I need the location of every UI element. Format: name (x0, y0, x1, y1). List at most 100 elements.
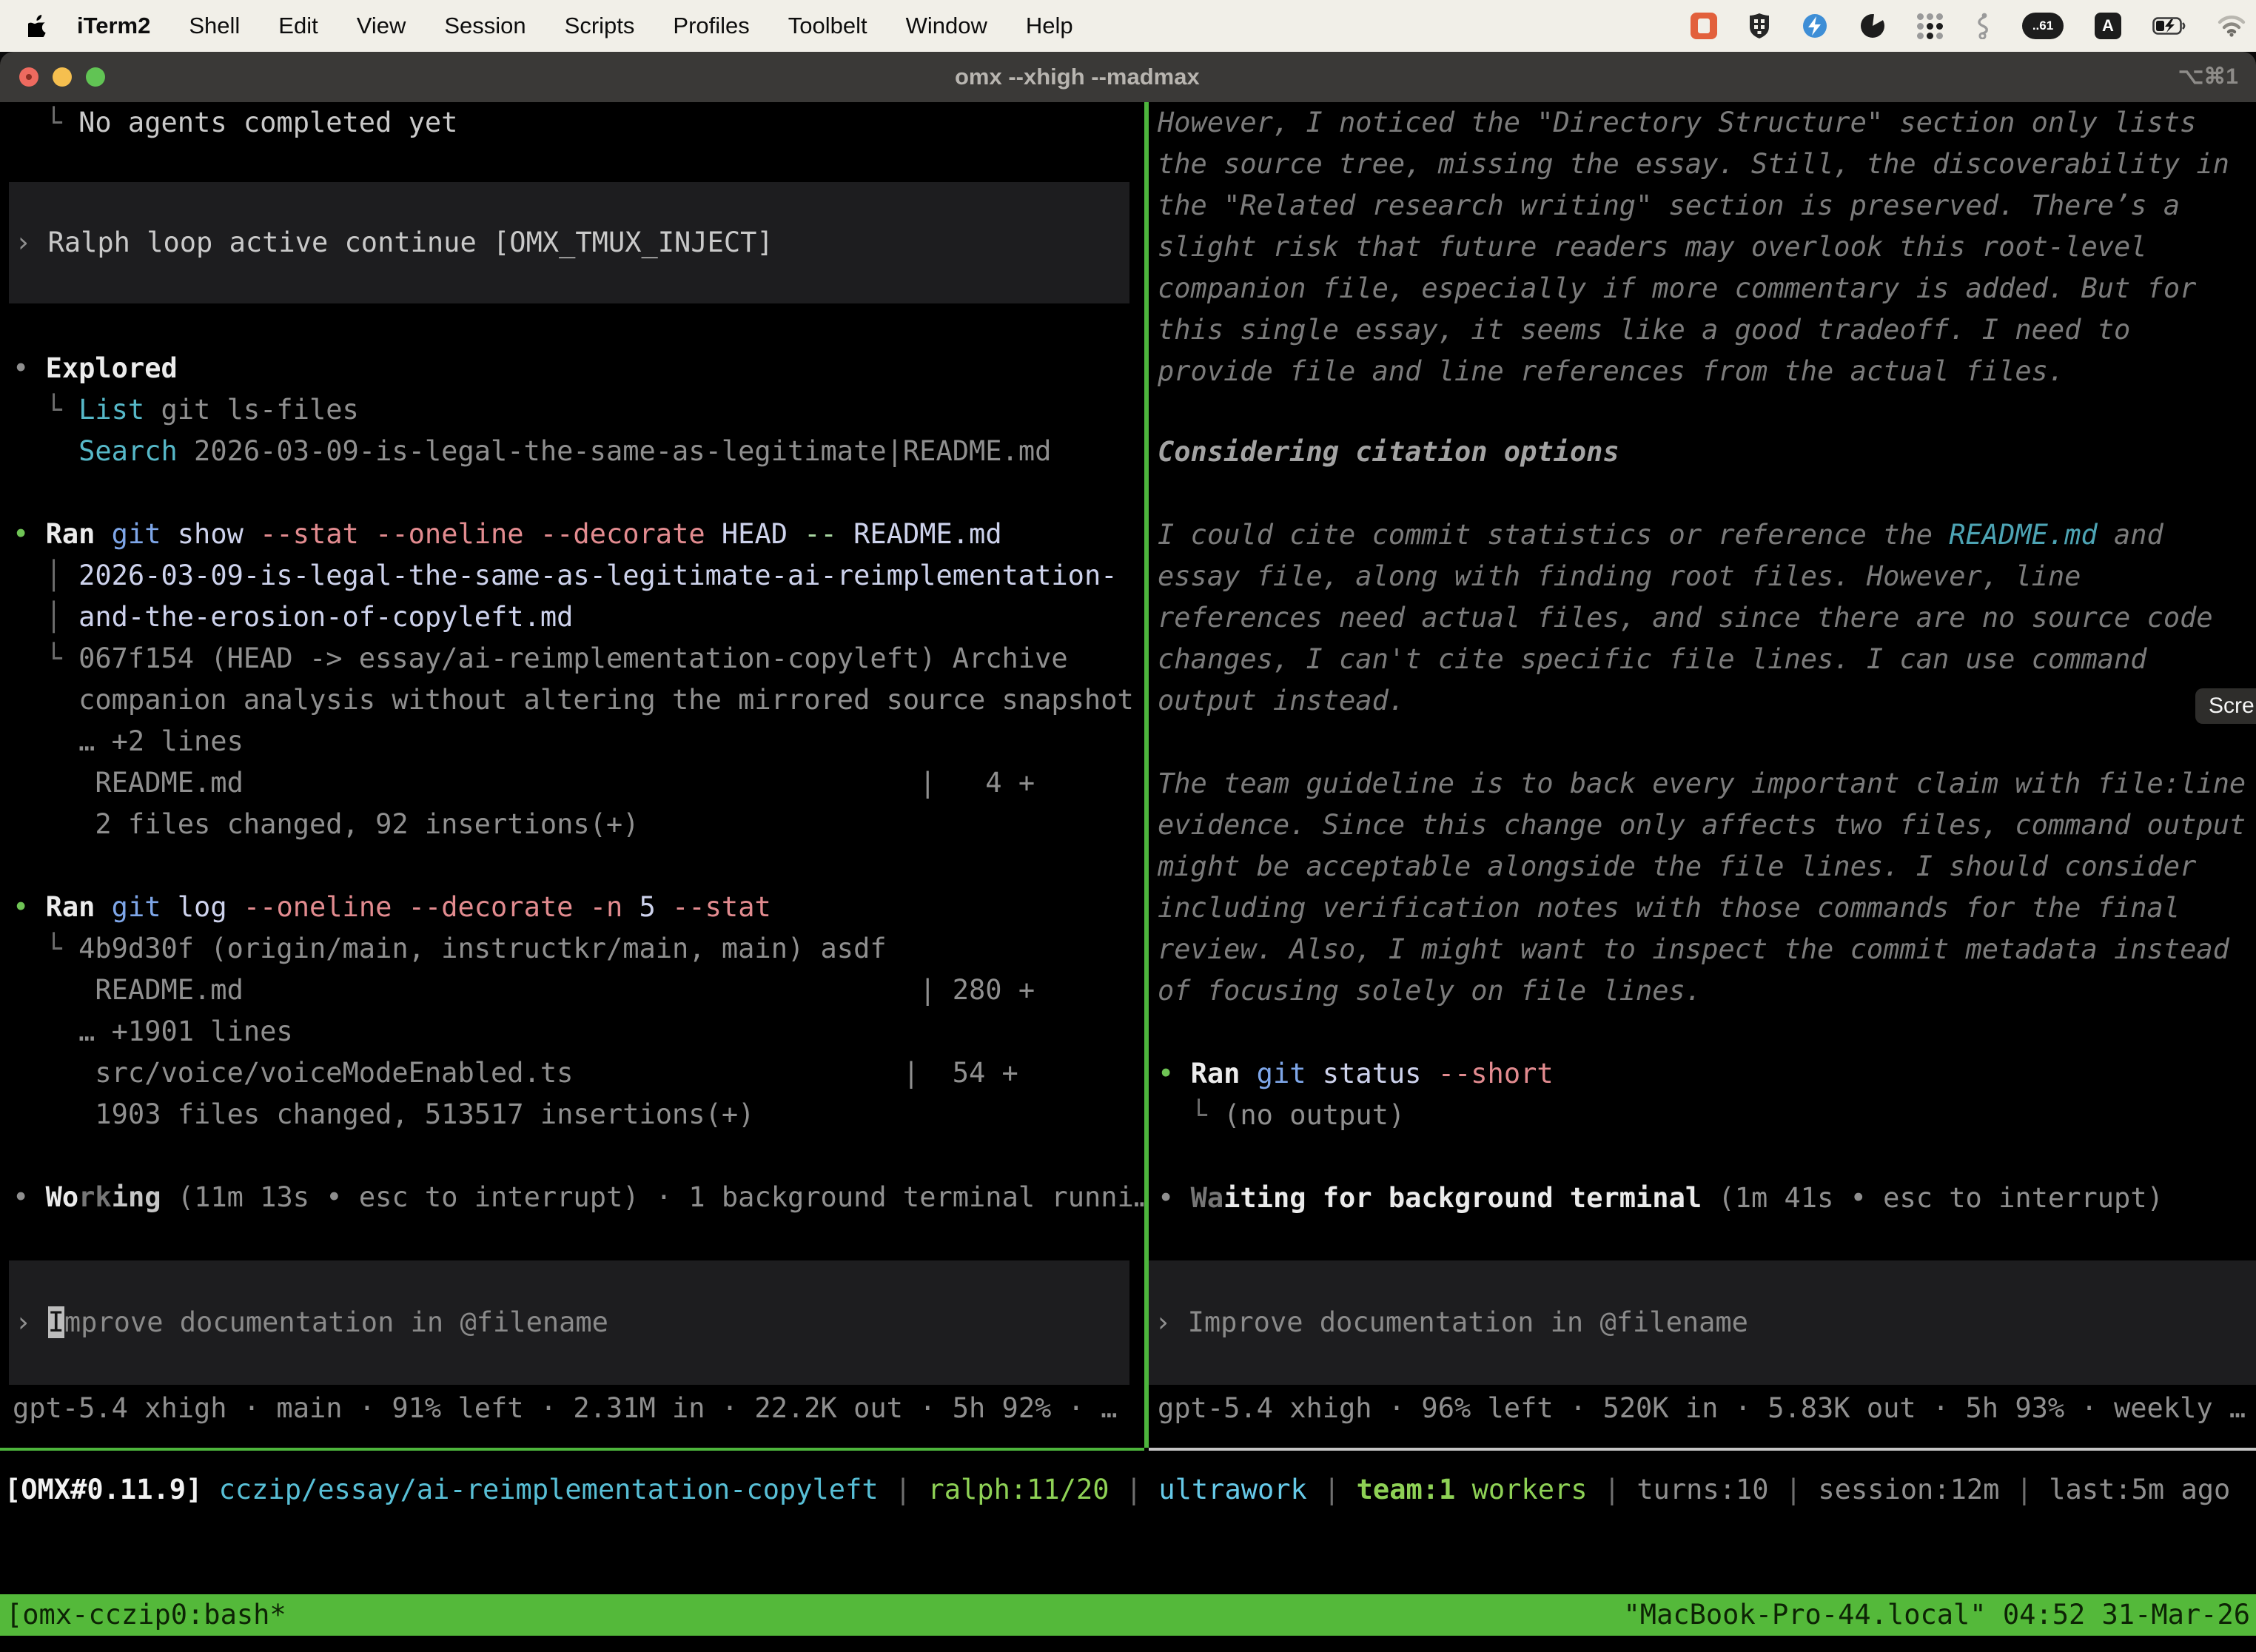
terminal-line: gpt-5.4 xhigh · 96% left · 520K in · 5.8… (1158, 1388, 2256, 1429)
input-source-a-icon[interactable]: A (2095, 13, 2121, 39)
tmux-horizontal-border-active (0, 1448, 1144, 1451)
tmux-status-bar: [omx-cczip0:bash* "MacBook-Pro-44.local"… (0, 1594, 2256, 1636)
terminal-line: │ 2026-03-09-is-legal-the-same-as-legiti… (13, 555, 1144, 597)
terminal-line: • Working (11m 13s • esc to interrupt) ·… (13, 1177, 1144, 1218)
menu-item-edit[interactable]: Edit (278, 13, 318, 39)
menu-items: iTerm2 Shell Edit View Session Scripts Profile… (77, 13, 1073, 39)
prompt-input[interactable]: › Improve documentation in @filename (9, 1260, 1129, 1385)
terminal-line: the "Related research writing" section i… (1158, 185, 2256, 226)
window-shortcut-hint: ⌥⌘1 (2178, 52, 2238, 102)
box-line: › Improve documentation in @filename (1155, 1302, 1748, 1343)
blank-line (13, 472, 1144, 514)
menu-status-icons: ..61 A (1691, 0, 2246, 52)
terminal-line: │ and-the-erosion-of-copyleft.md (13, 597, 1144, 638)
menu-item-help[interactable]: Help (1026, 13, 1073, 39)
terminal-line: 1903 files changed, 513517 insertions(+) (13, 1094, 1144, 1135)
terminal-line: └ 067f154 (HEAD -> essay/ai-reimplementa… (13, 638, 1144, 679)
window-title: omx --xhigh --madmax (955, 52, 1200, 102)
terminal-line: └ 4b9d30f (origin/main, instructkr/main,… (13, 928, 1144, 970)
terminal-line: review. Also, I might want to inspect th… (1158, 929, 2256, 970)
bolt-badge-icon[interactable] (1802, 13, 1828, 39)
terminal-line: of focusing solely on file lines. (1158, 970, 2256, 1012)
blank-line (13, 845, 1144, 887)
terminal-line: • Explored (13, 348, 1144, 389)
menu-item-window[interactable]: Window (906, 13, 987, 39)
terminal-line: … +1901 lines (13, 1011, 1144, 1052)
battery-61-badge[interactable]: ..61 (2022, 13, 2064, 39)
screen-recording-indicator-icon[interactable] (1691, 13, 1717, 39)
terminal-line: • Ran git log --oneline --decorate -n 5 … (13, 887, 1144, 928)
menu-item-iterm2[interactable]: iTerm2 (77, 13, 150, 39)
pie-wedge-icon[interactable] (1859, 13, 1886, 39)
menu-item-profiles[interactable]: Profiles (673, 13, 749, 39)
terminal-line: However, I noticed the "Directory Struct… (1158, 102, 2256, 144)
menu-bar: iTerm2 Shell Edit View Session Scripts Profile… (0, 0, 2256, 52)
terminal-line: evidence. Since this change only affects… (1158, 805, 2256, 846)
omx-status-bar: [OMX#0.11.9] cczip/essay/ai-reimplementa… (0, 1469, 2256, 1511)
screen-overlay-label: Scre (2209, 694, 2255, 719)
blank-line (1158, 1219, 2256, 1260)
blank-line (1158, 392, 2256, 432)
terminal-line: README.md | 280 + (13, 970, 1144, 1011)
terminal-line: this single essay, it seems like a good … (1158, 309, 2256, 351)
apple-menu-icon[interactable] (28, 14, 47, 38)
terminal-line: src/voice/voiceModeEnabled.ts | 54 + (13, 1052, 1144, 1094)
terminal-line: changes, I can't cite specific file line… (1158, 639, 2256, 680)
terminal-line: I could cite commit statistics or refere… (1158, 514, 2256, 556)
terminal-line: companion analysis without altering the … (13, 679, 1144, 721)
terminal-line: └ (no output) (1158, 1095, 2256, 1136)
terminal-line: └ No agents completed yet (13, 102, 1144, 144)
menu-item-scripts[interactable]: Scripts (565, 13, 635, 39)
screen-overlay-tooltip: Scre (2195, 688, 2256, 724)
menu-item-view[interactable]: View (357, 13, 406, 39)
minimize-window-button[interactable] (53, 67, 72, 87)
blank-line (1158, 1136, 2256, 1178)
notice-box: › Ralph loop active continue [OMX_TMUX_I… (9, 182, 1129, 303)
screen: iTerm2 Shell Edit View Session Scripts Profile… (0, 0, 2256, 1652)
hook-squiggle-icon[interactable] (1975, 13, 1991, 39)
terminal-line: the source tree, missing the essay. Stil… (1158, 144, 2256, 185)
zoom-window-button[interactable] (86, 67, 105, 87)
menu-item-toolbelt[interactable]: Toolbelt (788, 13, 867, 39)
prompt-input[interactable]: › Improve documentation in @filename (1149, 1260, 2256, 1385)
terminal-line: 2 files changed, 92 insertions(+) (13, 804, 1144, 845)
terminal-line: … +2 lines (13, 721, 1144, 762)
terminal-line: The team guideline is to back every impo… (1158, 763, 2256, 805)
terminal-line: Considering citation options (1158, 432, 2256, 473)
tmux-vertical-divider[interactable] (1144, 102, 1149, 1448)
menu-item-shell[interactable]: Shell (189, 13, 240, 39)
menu-item-session[interactable]: Session (444, 13, 526, 39)
dots-grid-icon[interactable] (1917, 13, 1944, 39)
box-line: › Ralph loop active continue [OMX_TMUX_I… (15, 222, 773, 263)
terminal-line: essay file, along with finding root file… (1158, 556, 2256, 597)
blank-line (13, 303, 1144, 348)
iterm2-window: omx --xhigh --madmax ⌥⌘1 └ No agents com… (0, 52, 2256, 1652)
terminal-line: companion file, especially if more comme… (1158, 268, 2256, 309)
battery-charging-icon[interactable] (2152, 16, 2186, 36)
shield-grid-icon[interactable] (1748, 13, 1770, 39)
terminal-line: output instead. (1158, 680, 2256, 722)
terminal-line: might be acceptable alongside the file l… (1158, 846, 2256, 887)
terminal-line: including verification notes with those … (1158, 887, 2256, 929)
blank-line (1158, 722, 2256, 763)
terminal-line: • Ran git show --stat --oneline --decora… (13, 514, 1144, 555)
terminal-line: • Waiting for background terminal (1m 41… (1158, 1178, 2256, 1219)
window-title-bar[interactable]: omx --xhigh --madmax ⌥⌘1 (0, 52, 2256, 102)
terminal-line: gpt-5.4 xhigh · main · 91% left · 2.31M … (13, 1388, 1144, 1429)
blank-line (13, 1135, 1144, 1177)
tmux-session-label: [omx-cczip0:bash* (6, 1594, 286, 1636)
wifi-icon[interactable] (2218, 15, 2246, 37)
blank-line (13, 144, 1144, 182)
left-terminal-pane[interactable]: └ No agents completed yet › Ralph loop ac… (0, 102, 1144, 1448)
terminal-line: references need actual files, and since … (1158, 597, 2256, 639)
close-window-button[interactable] (19, 67, 38, 87)
window-controls (19, 67, 105, 87)
blank-line (1158, 473, 2256, 514)
terminal-line: README.md | 4 + (13, 762, 1144, 804)
right-terminal-pane[interactable]: However, I noticed the "Directory Struct… (1149, 102, 2256, 1448)
terminal-line: Search 2026-03-09-is-legal-the-same-as-l… (13, 431, 1144, 472)
blank-line (1158, 1012, 2256, 1053)
box-line: › Improve documentation in @filename (15, 1302, 608, 1343)
tmux-host-clock-label: "MacBook-Pro-44.local" 04:52 31-Mar-26 (1624, 1594, 2250, 1636)
blank-line (13, 1218, 1144, 1260)
